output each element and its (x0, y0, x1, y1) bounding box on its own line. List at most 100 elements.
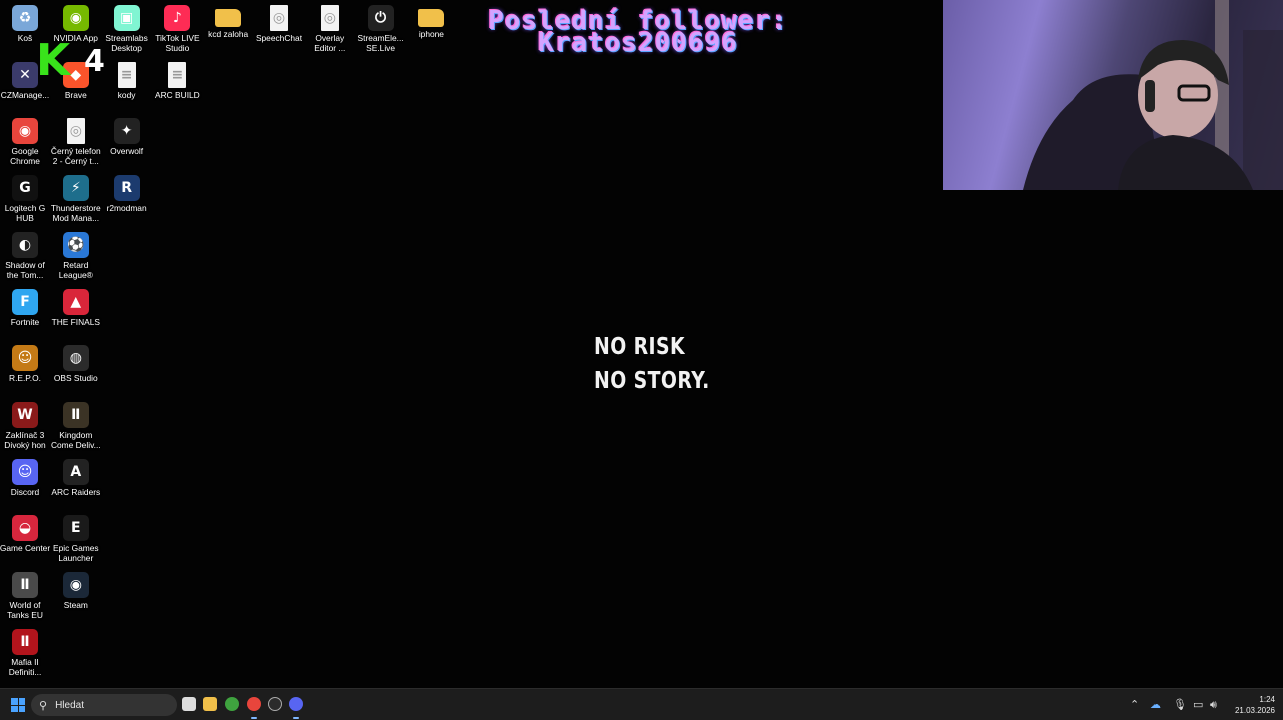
nvidia-app-icon: ◉ (62, 5, 89, 31)
mafia2-icon: Ⅱ (12, 628, 38, 655)
search-icon: ⚲ (39, 699, 48, 712)
desktop-shortcut[interactable]: E Epic Games Launcher (50, 512, 102, 563)
chrome-active-indicator (251, 717, 257, 719)
desktop-shortcut[interactable]: ▲ THE FINALS (50, 286, 102, 327)
desktop-shortcut-label: Brave (64, 89, 87, 100)
discord-taskbar-icon[interactable] (289, 697, 303, 711)
folder-icon (215, 9, 242, 27)
obs-taskbar-icon[interactable] (268, 697, 282, 711)
desktop-shortcut-label: Overwolf (110, 146, 144, 157)
rocket-league-icon: ⚽ (62, 231, 89, 258)
desktop-shortcut[interactable]: Ⅱ Kingdom Come Deliv... (50, 399, 102, 450)
text-file-icon: ≡ (168, 61, 187, 88)
desktop-shortcut-label: OBS Studio (53, 373, 98, 384)
desktop-shortcut[interactable]: ⚽ Retard League® (50, 229, 102, 280)
steam-icon: ◉ (62, 572, 89, 598)
discord-icon: ☺ (12, 458, 38, 485)
desktop-shortcut-label: r2modman (106, 203, 147, 214)
desktop-shortcut-label: Kingdom Come Deliv... (50, 429, 101, 450)
logitech-ghub-icon: G (12, 175, 38, 202)
desktop-shortcut[interactable]: ◎ Overlay Editor ... (304, 2, 356, 53)
desktop-shortcut-label: Streamlabs Desktop (105, 33, 148, 53)
desktop-shortcut-label: Logitech G HUB (4, 203, 46, 224)
text-file-icon: ≡ (117, 61, 136, 88)
windows-start-icon[interactable] (11, 698, 25, 712)
desktop-shortcut[interactable]: G Logitech G HUB (0, 172, 51, 223)
desktop-shortcut-label: StreamEle... SE.Live (357, 33, 404, 53)
desktop-shortcut[interactable]: ◍ OBS Studio (50, 342, 102, 383)
chrome-doc-icon: ◎ (270, 5, 288, 31)
taskbar-clock[interactable]: 1:24 21.03.2026 (1235, 694, 1275, 716)
desktop-shortcut[interactable]: ◎ SpeechChat (253, 2, 305, 43)
desktop-shortcut-label: TikTok LIVE Studio (155, 33, 200, 53)
desktop-shortcut-label: Fortnite (10, 316, 40, 327)
microphone-icon[interactable]: 🎙︎ (1173, 698, 1187, 711)
desktop-shortcut[interactable]: Ⅱ World of Tanks EU (0, 569, 51, 620)
chrome-doc-icon: ◎ (66, 118, 85, 145)
desktop-shortcut-label: Overlay Editor ... (314, 33, 346, 53)
desktop-shortcut-label: Google Chrome (10, 146, 40, 167)
discord-active-indicator (293, 717, 299, 719)
desktop-shortcut[interactable]: ◉ Steam (50, 569, 102, 610)
overwolf-icon: ✦ (113, 118, 140, 145)
desktop-shortcut-label: SpeechChat (255, 33, 303, 43)
obs-studio-icon: ◍ (62, 345, 89, 372)
desktop-shortcut[interactable]: ◉ Google Chrome (0, 115, 51, 166)
desktop-shortcut[interactable]: A ARC Raiders (50, 456, 102, 497)
desktop-shortcut[interactable]: ≡ kody (101, 59, 153, 100)
chevron-up-icon[interactable]: ⌃ (1130, 698, 1139, 711)
desktop-shortcut[interactable]: ⏻ StreamEle... SE.Live (355, 2, 407, 53)
desktop-shortcut-label: kody (117, 89, 136, 100)
fortnite-icon: F (12, 288, 38, 315)
desktop-shortcut[interactable]: ◐ Shadow of the Tom... (0, 229, 51, 280)
thunderstore-icon: ⚡ (62, 175, 89, 202)
tagline-line2: NO STORY. (594, 368, 710, 394)
desktop-shortcut[interactable]: ✦ Overwolf (101, 115, 153, 156)
desktop-shortcut[interactable]: ♪ TikTok LIVE Studio (151, 2, 203, 53)
logo-number: 4 (84, 44, 105, 79)
tagline: NO RISK NO STORY. (594, 330, 710, 398)
desktop-shortcut[interactable]: kcd zaloha (202, 2, 254, 39)
xbox-icon[interactable] (225, 697, 239, 711)
desktop-shortcut-label: Retard League® (58, 259, 93, 280)
taskbar: ⚲ Hledat ⌃ ☁ 🎙︎ ▭ 🔊︎ 1:24 21.03.2026 (0, 688, 1283, 720)
desktop-shortcut[interactable]: ≡ ARC BUILD (151, 59, 203, 100)
desktop-shortcut[interactable]: ⚡ Thunderstore Mod Mana... (50, 172, 102, 223)
taskbar-search[interactable]: ⚲ Hledat (31, 694, 177, 716)
task-view-icon[interactable] (182, 697, 196, 711)
repo-icon: ☺ (12, 345, 38, 372)
clock-time: 1:24 (1259, 695, 1275, 704)
last-follower-overlay: Poslední follower: Kratos200696 (452, 8, 824, 56)
desktop-shortcut[interactable]: ▣ Streamlabs Desktop (101, 2, 153, 53)
epic-games-icon: E (62, 515, 89, 542)
world-of-tanks-icon: Ⅱ (12, 572, 38, 598)
desktop-shortcut-label: Shadow of the Tom... (5, 259, 45, 280)
desktop-shortcut[interactable]: F Fortnite (0, 286, 51, 327)
kingdom-come-icon: Ⅱ (62, 401, 89, 428)
streamer-logo: K 4 (36, 39, 108, 83)
desktop-shortcut[interactable]: iphone (405, 2, 457, 39)
desktop-shortcut[interactable]: ◒ Game Center (0, 512, 51, 553)
chrome-taskbar-icon[interactable] (247, 697, 261, 711)
desktop-shortcut[interactable]: ☺ R.E.P.O. (0, 342, 51, 383)
shadow-tomb-raider-icon: ◐ (12, 231, 38, 258)
network-icon[interactable]: ▭ (1193, 698, 1203, 711)
desktop-shortcut-label: kcd zaloha (208, 29, 249, 39)
cloud-icon[interactable]: ☁ (1150, 698, 1161, 711)
desktop-shortcut[interactable]: ◎ Černý telefon 2 - Černý t... (50, 115, 102, 166)
desktop-shortcut[interactable]: W Zaklínač 3 Divoký hon (0, 399, 51, 450)
volume-icon[interactable]: 🔊︎ (1210, 698, 1217, 712)
webcam-feed (943, 0, 1283, 190)
file-explorer-icon[interactable] (203, 697, 217, 711)
desktop-shortcut[interactable]: ☺ Discord (0, 456, 51, 497)
desktop-shortcut-label: Steam (63, 600, 88, 610)
chrome-doc-icon: ◎ (320, 5, 339, 31)
witcher3-icon: W (12, 401, 38, 428)
r2modman-icon: R (113, 175, 140, 202)
webcam-image (1023, 0, 1283, 190)
desktop-shortcut[interactable]: Ⅱ Mafia II Definiti... (0, 626, 51, 677)
clock-date: 21.03.2026 (1234, 706, 1275, 715)
arc-raiders-icon: A (62, 458, 89, 485)
tiktok-live-icon: ♪ (164, 5, 191, 31)
desktop-shortcut[interactable]: Rr2modman (101, 172, 153, 213)
